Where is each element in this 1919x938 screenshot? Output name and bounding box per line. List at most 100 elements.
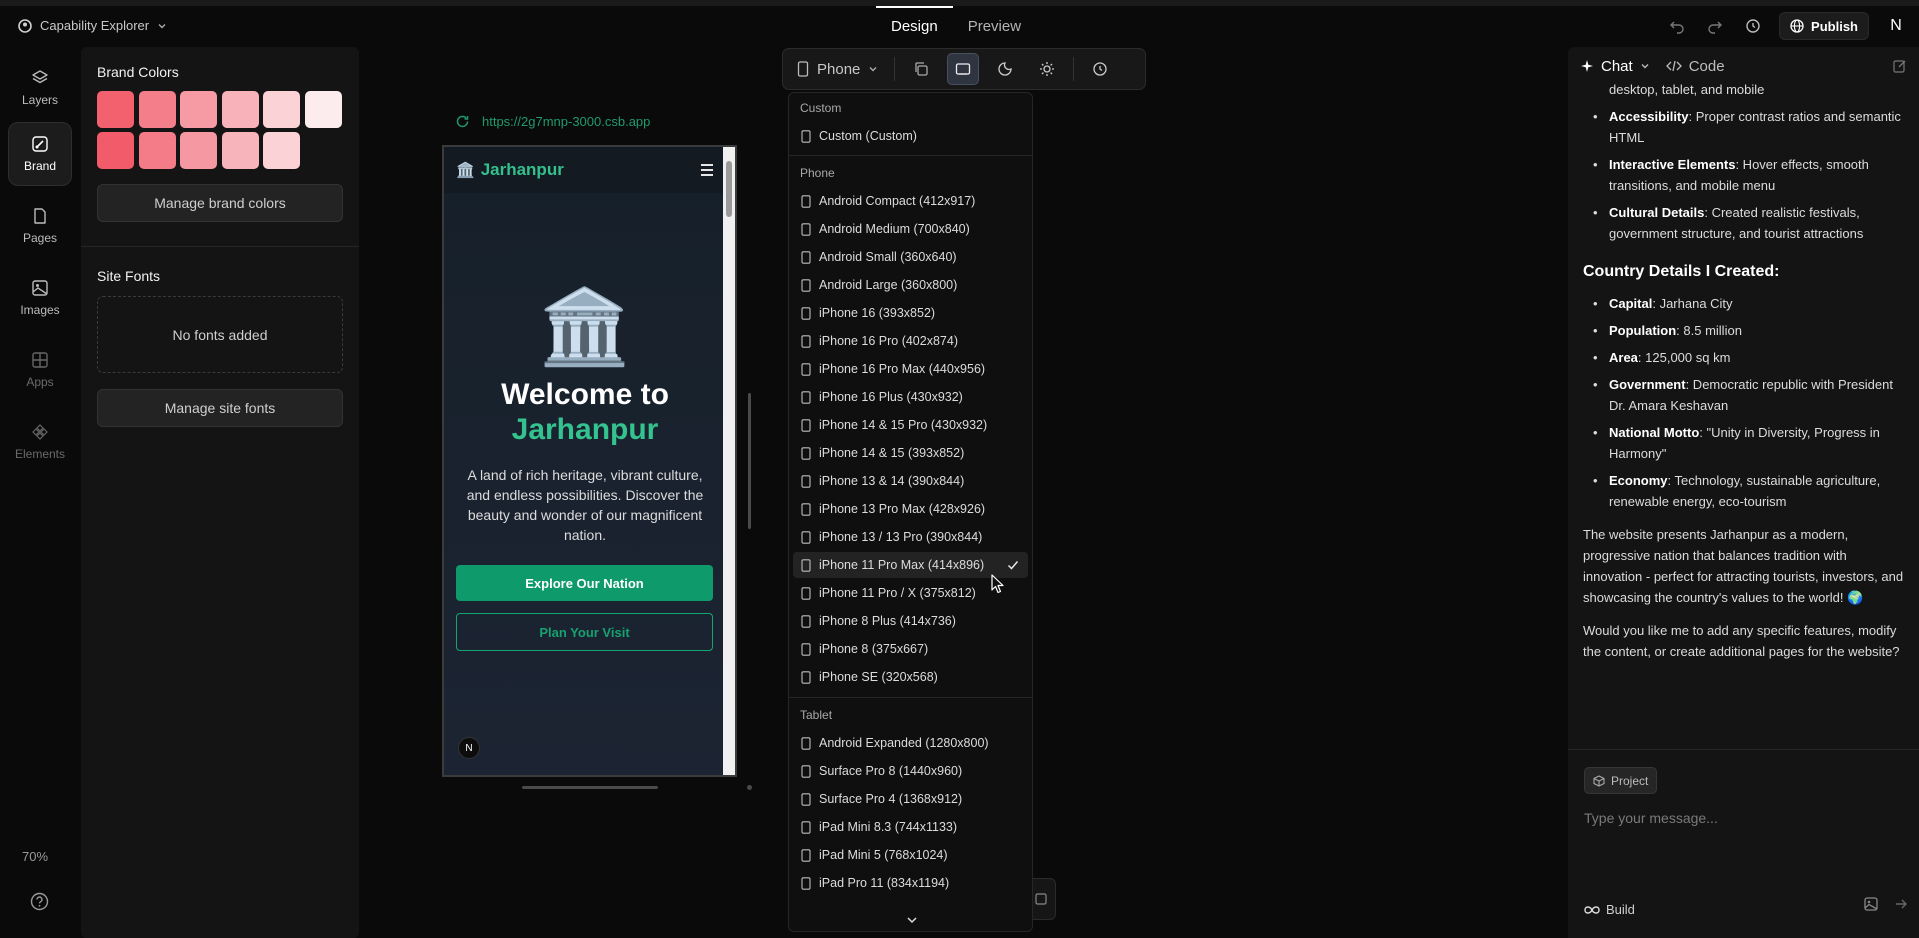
rail-item-elements[interactable]: Elements <box>8 410 72 474</box>
scrollbar-thumb[interactable] <box>726 161 732 217</box>
no-fonts-placeholder: No fonts added <box>97 296 343 373</box>
brand-color-swatch[interactable] <box>221 91 259 128</box>
device-dropdown: Custom Custom (Custom) Phone Android Compac… <box>788 92 1033 932</box>
device-option[interactable]: iPhone 16 Plus (430x932) <box>793 384 1028 410</box>
phone-icon <box>801 418 811 432</box>
phone-icon <box>801 876 811 890</box>
brand-color-swatch[interactable] <box>263 132 300 169</box>
device-option[interactable]: iPhone 8 (375x667) <box>793 636 1028 662</box>
device-option[interactable]: iPhone 14 & 15 Pro (430x932) <box>793 412 1028 438</box>
plan-visit-button[interactable]: Plan Your Visit <box>456 613 713 651</box>
tab-code[interactable]: Code <box>1665 57 1725 75</box>
publish-button[interactable]: Publish <box>1779 12 1869 40</box>
manage-brand-colors-button[interactable]: Manage brand colors <box>97 184 343 222</box>
refresh-icon[interactable] <box>455 114 470 129</box>
device-option[interactable]: iPad Mini 8.3 (744x1133) <box>793 814 1028 840</box>
device-option[interactable]: Custom (Custom) <box>793 123 1028 149</box>
rail-item-pages[interactable]: Pages <box>8 194 72 258</box>
code-tab-label: Code <box>1688 57 1725 75</box>
rail-label-pages: Pages <box>22 231 58 245</box>
build-mode-toggle[interactable]: Build <box>1584 902 1635 917</box>
preview-url[interactable]: https://2g7mnp-3000.csb.app <box>482 114 650 129</box>
device-option[interactable]: iPhone 8 Plus (414x736) <box>793 608 1028 634</box>
device-option[interactable]: Android Small (360x640) <box>793 244 1028 270</box>
device-select[interactable]: Phone <box>791 61 884 78</box>
device-option-label: iPhone 13 & 14 (390x844) <box>819 474 965 488</box>
tab-preview[interactable]: Preview <box>953 6 1036 46</box>
device-option[interactable]: Surface Pro 4 (1368x912) <box>793 786 1028 812</box>
device-option[interactable]: iPhone 16 Pro Max (440x956) <box>793 356 1028 382</box>
phone-icon <box>801 586 811 600</box>
light-mode-icon[interactable] <box>1031 53 1063 85</box>
message-paragraph: The website presents Jarhanpur as a mode… <box>1583 527 1904 605</box>
grid-icon <box>31 351 49 369</box>
tab-chat[interactable]: Chat <box>1580 58 1650 75</box>
device-option[interactable]: iPhone 13 / 13 Pro (390x844) <box>793 524 1028 550</box>
phone-scrollbar[interactable] <box>723 147 735 775</box>
device-option[interactable]: iPhone 13 & 14 (390x844) <box>793 468 1028 494</box>
explore-button[interactable]: Explore Our Nation <box>456 565 713 601</box>
chevron-down-icon <box>157 21 167 31</box>
brand-color-swatch[interactable] <box>180 91 217 128</box>
resize-handle-right[interactable] <box>748 393 751 529</box>
project-chip[interactable]: Project <box>1584 767 1658 794</box>
manage-site-fonts-button[interactable]: Manage site fonts <box>97 389 343 427</box>
device-option[interactable]: iPad Mini 5 (768x1024) <box>793 842 1028 868</box>
menu-icon[interactable] <box>701 164 713 176</box>
rail-item-brand[interactable]: Brand <box>8 122 72 186</box>
brand-color-swatch[interactable] <box>263 91 300 128</box>
rail-item-images[interactable]: Images <box>8 266 72 330</box>
history-icon[interactable] <box>1741 14 1765 38</box>
brand-color-swatch[interactable] <box>304 91 342 128</box>
avatar[interactable]: N <box>1883 13 1909 39</box>
device-option[interactable]: iPad Pro 11 (834x1194) <box>793 870 1028 896</box>
device-option-label: iPad Mini 5 (768x1024) <box>819 848 948 862</box>
brand-color-swatch[interactable] <box>138 132 176 169</box>
device-option[interactable]: iPhone 13 Pro Max (428x926) <box>793 496 1028 522</box>
image-attach-icon[interactable] <box>1863 896 1879 912</box>
brand-color-swatch[interactable] <box>180 132 217 169</box>
zoom-level[interactable]: 70% <box>22 849 48 864</box>
device-option[interactable]: Android Large (360x800) <box>793 272 1028 298</box>
project-switcher[interactable]: Capability Explorer <box>18 18 167 33</box>
resize-handle-corner[interactable] <box>747 785 752 790</box>
history-icon[interactable] <box>1084 53 1116 85</box>
layers-icon <box>31 69 49 87</box>
brand-color-swatch[interactable] <box>138 91 176 128</box>
viewport-icon[interactable] <box>947 53 980 85</box>
dark-mode-icon[interactable] <box>989 53 1021 85</box>
left-rail: Layers Brand Pages Images Apps Elements <box>0 46 80 938</box>
scroll-more-button[interactable] <box>789 909 1032 931</box>
redo-icon[interactable] <box>1703 14 1727 38</box>
rail-item-layers[interactable]: Layers <box>8 56 72 120</box>
undo-icon[interactable] <box>1665 14 1689 38</box>
site-logo[interactable]: 🏛️ Jarhanpur <box>456 160 564 180</box>
list-item-text: : 125,000 sq km <box>1637 350 1731 365</box>
help-icon[interactable] <box>30 892 49 911</box>
new-chat-icon[interactable] <box>1893 59 1907 73</box>
device-option[interactable]: Android Expanded (1280x800) <box>793 730 1028 756</box>
list-item-term: Area <box>1609 350 1638 365</box>
device-option[interactable]: iPhone SE (320x568) <box>793 664 1028 690</box>
device-option[interactable]: iPhone 16 Pro (402x874) <box>793 328 1028 354</box>
phone-icon <box>801 474 811 488</box>
device-option[interactable]: Surface Pro 8 (1440x960) <box>793 758 1028 784</box>
tab-design[interactable]: Design <box>876 6 953 46</box>
device-option[interactable]: Android Compact (412x917) <box>793 188 1028 214</box>
rail-item-apps[interactable]: Apps <box>8 338 72 402</box>
dropdown-group-label: Tablet <box>800 708 833 722</box>
brand-color-swatch[interactable] <box>97 132 134 169</box>
brand-color-swatch[interactable] <box>221 132 259 169</box>
duplicate-icon[interactable] <box>905 53 937 85</box>
phone-preview[interactable]: 🏛️ Jarhanpur 🏛️ Welcome to Jarhanpur A l… <box>442 145 737 777</box>
device-option[interactable]: Android Medium (700x840) <box>793 216 1028 242</box>
chat-message-input[interactable] <box>1584 806 1904 830</box>
check-icon <box>1006 558 1020 572</box>
brand-color-swatch[interactable] <box>97 91 134 128</box>
resize-handle-bottom[interactable] <box>522 786 658 789</box>
device-option[interactable]: iPhone 14 & 15 (393x852) <box>793 440 1028 466</box>
device-option[interactable]: iPhone 16 (393x852) <box>793 300 1028 326</box>
next-badge[interactable]: N <box>458 737 480 759</box>
device-option-label: Surface Pro 4 (1368x912) <box>819 792 963 806</box>
send-icon[interactable] <box>1893 896 1909 912</box>
